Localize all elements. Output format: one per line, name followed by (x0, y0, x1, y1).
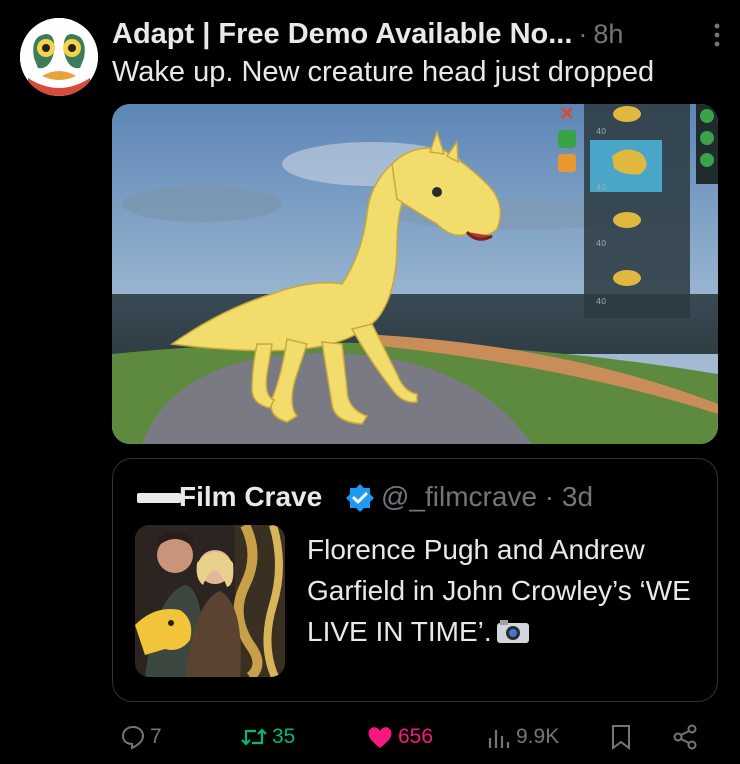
quote-handle-time[interactable]: @_filmcrave · 3d (381, 481, 593, 513)
separator-dot: · (578, 18, 588, 49)
repost-count: 35 (272, 725, 296, 748)
panel-label-2: 40 (596, 183, 606, 192)
quote-media-thumbnail[interactable] (135, 525, 285, 677)
repost-button[interactable]: 35 (240, 724, 295, 750)
quote-text: Florence Pugh and Andrew Garfield in Joh… (307, 529, 707, 652)
like-count: 656 (398, 725, 434, 748)
panel-label-3: 40 (596, 239, 606, 248)
views-chart-icon (488, 730, 510, 748)
tweet-time[interactable]: 8h (593, 19, 623, 50)
tweet-text: Wake up. New creature head just dropped (112, 56, 655, 88)
share-icon (673, 724, 697, 750)
movie-still-image (135, 525, 285, 677)
author-name[interactable]: Adapt | Free Demo Available No... (112, 18, 572, 51)
views-button[interactable]: 9.9K (486, 724, 559, 750)
reply-count: 7 (150, 725, 162, 748)
tweet-actions-bar: 7 35 656 9.9K (112, 718, 712, 758)
panel-label-4: 40 (596, 297, 606, 306)
bookmark-icon (612, 725, 630, 750)
like-button[interactable]: 656 (366, 724, 433, 750)
creature-scene-image: 40 40 40 40 (112, 104, 718, 444)
verified-badge-icon (346, 484, 374, 512)
more-options-icon[interactable] (712, 22, 722, 48)
bookmark-button[interactable] (610, 724, 636, 750)
camera-emoji-icon (496, 620, 529, 643)
quote-avatar-logo[interactable] (137, 493, 181, 503)
quote-tweet-card[interactable]: Film Crave @_filmcrave · 3d Florence Pug… (112, 458, 718, 702)
share-button[interactable] (672, 724, 702, 750)
tweet-media-image[interactable]: 40 40 40 40 (112, 104, 718, 444)
view-count: 9.9K (516, 725, 560, 748)
heart-icon (368, 727, 392, 748)
reply-button[interactable]: 7 (120, 724, 162, 750)
panel-label-1: 40 (596, 127, 606, 136)
repost-icon (241, 728, 267, 746)
quote-author-name[interactable]: Film Crave (179, 481, 322, 513)
avatar[interactable] (20, 18, 98, 96)
tweet-header: Adapt | Free Demo Available No... · 8h (112, 14, 722, 54)
adapt-logo-icon (20, 18, 98, 96)
reply-icon (121, 725, 145, 750)
